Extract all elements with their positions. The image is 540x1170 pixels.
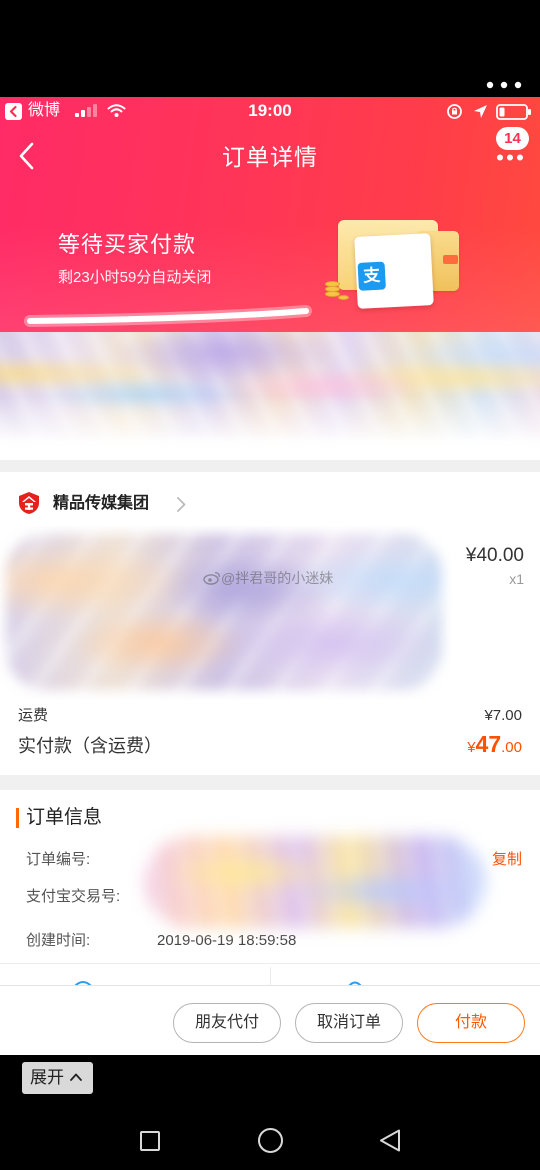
contact-row-partial (0, 965, 540, 985)
home-circle-icon[interactable] (258, 1128, 283, 1153)
product-image[interactable] (0, 526, 452, 700)
auto-close-countdown: 剩23小时59分自动关闭 (58, 269, 212, 286)
weibo-logo-icon (203, 571, 221, 585)
shipping-value: ¥7.00 (484, 707, 522, 724)
weibo-watermark: @拌君哥的小迷妹 (203, 569, 333, 587)
section-accent-bar (16, 808, 19, 828)
card-tab (443, 255, 458, 264)
page-title: 订单详情 (222, 144, 318, 170)
watermark-text: @拌君哥的小迷妹 (221, 570, 334, 586)
blurred-banner-image (0, 332, 540, 460)
order-status-title: 等待买家付款 (58, 232, 197, 257)
order-info-title: 订单信息 (26, 807, 103, 828)
total-paid-value: ¥47.00 (467, 730, 522, 762)
section-gap (0, 775, 540, 790)
copy-button[interactable]: 复制 (492, 851, 522, 869)
alipay-wallet-illustration: 支 (322, 215, 464, 311)
rotation-lock-icon (447, 104, 462, 119)
back-triangle-icon[interactable] (378, 1128, 402, 1153)
chevron-up-icon (69, 1073, 82, 1081)
item-quantity: x1 (509, 571, 524, 587)
bottom-action-bar: 朋友代付 取消订单 付款 (0, 985, 540, 1055)
pay-button[interactable]: 付款 (417, 1003, 525, 1043)
total-decimal: .00 (501, 739, 522, 756)
section-gap (0, 460, 540, 472)
expand-button[interactable]: 展开 (22, 1062, 93, 1094)
shop-logo-icon[interactable] (17, 491, 41, 515)
header-banner: 微博 19:00 订单详情 14 等待买家付款 剩23小时59分自动关闭 支 (0, 97, 540, 332)
order-item-card: 精品传媒集团 @拌君哥的小迷妹 ¥40.00 x1 运费 ¥7.00 实付款（含… (0, 472, 540, 775)
total-currency: ¥ (467, 739, 476, 756)
shop-name[interactable]: 精品传媒集团 (53, 494, 149, 514)
chevron-right-icon[interactable] (176, 496, 187, 513)
shipping-label: 运费 (18, 707, 49, 724)
friend-pay-button[interactable]: 朋友代付 (173, 1003, 281, 1043)
blurred-order-numbers (135, 828, 495, 936)
location-arrow-icon (474, 105, 487, 118)
order-info-card: 订单信息 订单编号: 复制 支付宝交易号: 创建时间: 2019-06-19 1… (0, 790, 540, 965)
order-number-label: 订单编号: (26, 851, 91, 868)
overflow-menu-icon[interactable] (484, 79, 524, 91)
wallet-front: 支 (354, 233, 434, 309)
divider (0, 963, 540, 964)
total-paid-label: 实付款（含运费） (18, 736, 162, 756)
battery-icon (496, 104, 531, 120)
message-count-badge[interactable]: 14 (496, 127, 529, 150)
more-dots-icon[interactable] (496, 153, 524, 162)
item-price: ¥40.00 (465, 545, 524, 566)
alipay-trade-number-label: 支付宝交易号: (26, 888, 121, 905)
phone-screen: 微博 19:00 订单详情 14 等待买家付款 剩23小时59分自动关闭 支 精… (0, 0, 540, 1170)
cancel-order-button[interactable]: 取消订单 (295, 1003, 403, 1043)
alipay-logo-icon: 支 (357, 261, 386, 291)
top-black-bar (0, 0, 540, 97)
recents-square-icon[interactable] (140, 1131, 160, 1151)
expand-label: 展开 (30, 1068, 64, 1087)
created-time-label: 创建时间: (26, 932, 91, 949)
divider (270, 967, 271, 985)
total-integer: 47 (475, 731, 502, 757)
